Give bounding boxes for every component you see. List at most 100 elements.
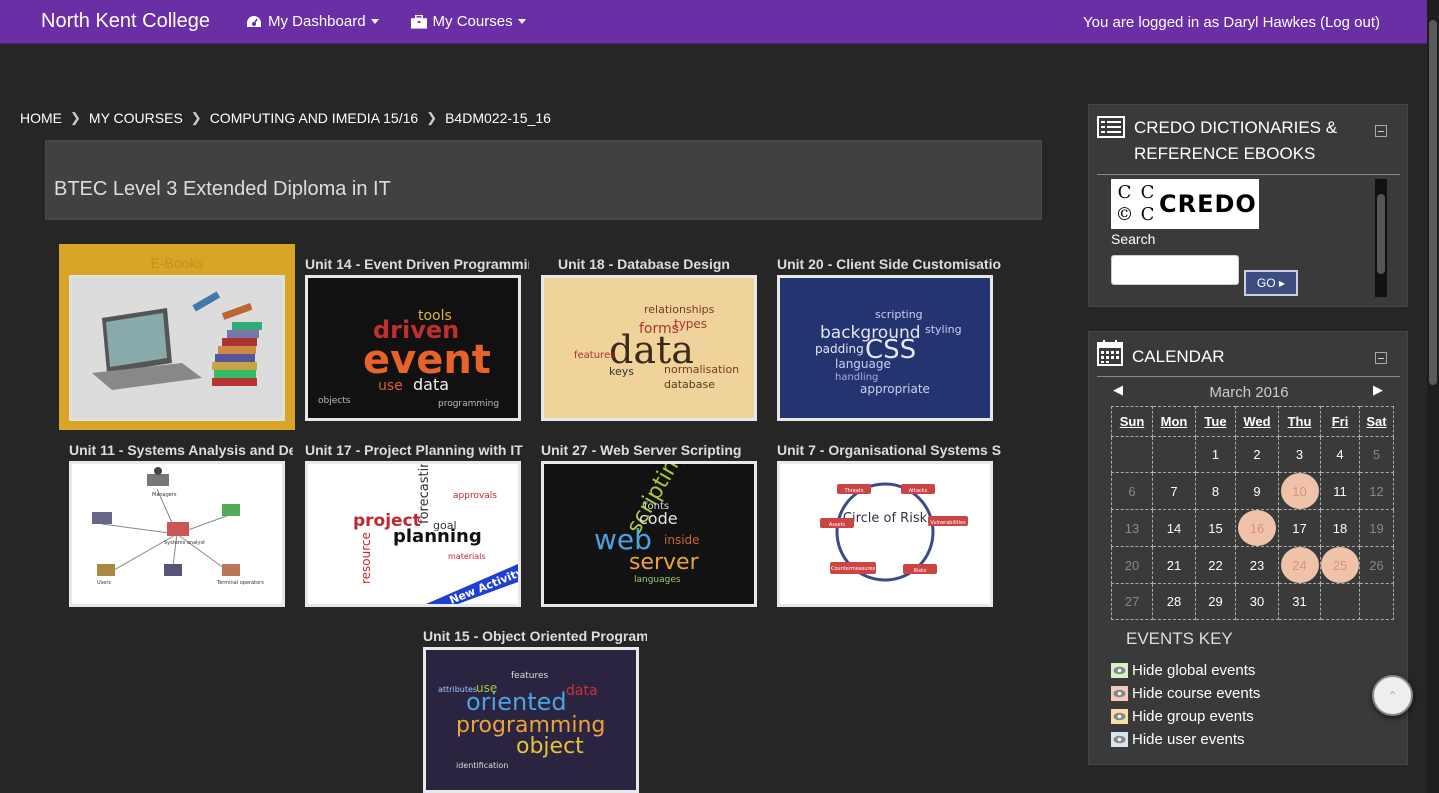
credo-go-button[interactable]: GO ▶ <box>1244 270 1298 296</box>
eye-icon <box>1111 732 1128 747</box>
calendar-day[interactable]: 30 <box>1235 583 1279 620</box>
calendar-day[interactable]: 23 <box>1235 546 1279 584</box>
calendar-day[interactable]: 7 <box>1152 472 1196 510</box>
tile-title: E-Books <box>150 255 204 271</box>
credo-scrollbar[interactable] <box>1375 179 1387 297</box>
wordcloud-word: server <box>629 550 700 575</box>
tile-ebooks[interactable]: E-Books <box>59 244 295 430</box>
calendar-day[interactable]: 10 <box>1278 472 1321 510</box>
tile-image-data-wordcloud: data forms types relationships normalisa… <box>541 275 757 421</box>
tile-unit-27[interactable]: Unit 27 - Web Server Scripting web serve… <box>541 440 765 607</box>
breadcrumb-category[interactable]: COMPUTING AND IMEDIA 15/16 <box>210 110 419 126</box>
tile-unit-14[interactable]: Unit 14 - Event Driven Programming event… <box>305 254 529 421</box>
scroll-to-top-button[interactable]: ⌃ <box>1372 675 1413 716</box>
calendar-day[interactable]: 1 <box>1195 436 1236 473</box>
wordcloud-word: tools <box>418 308 452 324</box>
tile-unit-20[interactable]: Unit 20 - Client Side Customisation CSS … <box>777 254 1001 421</box>
events-key-label: Hide user events <box>1132 731 1245 748</box>
calendar-day[interactable]: 6 <box>1111 472 1153 510</box>
wordcloud-word: identification <box>456 761 508 770</box>
tile-unit-18[interactable]: Unit 18 - Database Design data forms typ… <box>541 254 765 421</box>
calendar-block: CALENDAR ◀ March 2016 ▶ Sun Mon Tue Wed Thu F… <box>1088 331 1408 765</box>
events-key-toggle[interactable]: Hide course events <box>1111 685 1260 702</box>
tile-unit-7[interactable]: Unit 7 - Organisational Systems Security… <box>777 440 1001 607</box>
credo-cc-mark: C C © C <box>1115 182 1155 225</box>
events-key-toggle[interactable]: Hide global events <box>1111 662 1255 679</box>
chevron-right-icon: ❯ <box>426 110 438 125</box>
wordcloud-word: use <box>476 681 497 695</box>
scrollbar-thumb[interactable] <box>1377 194 1385 274</box>
event-day-marker[interactable]: 24 <box>1280 547 1319 583</box>
wordcloud-word: forecasting <box>417 464 432 524</box>
dashboard-icon <box>246 15 262 29</box>
top-navbar: North Kent College My Dashboard My Cours… <box>0 0 1427 44</box>
events-key-toggle[interactable]: Hide group events <box>1111 708 1254 725</box>
scrollbar-thumb[interactable] <box>1429 20 1437 385</box>
calendar-day[interactable]: 29 <box>1195 583 1236 620</box>
calendar-day[interactable]: 3 <box>1278 436 1321 473</box>
calendar-day[interactable]: 26 <box>1359 546 1394 584</box>
calendar-day[interactable]: 15 <box>1195 509 1236 547</box>
my-courses-label: My Courses <box>432 13 513 30</box>
wordcloud-word: background <box>820 323 921 343</box>
calendar-day[interactable]: 12 <box>1359 472 1394 510</box>
tile-title: Unit 7 - Organisational Systems Security <box>777 442 1001 458</box>
collapse-credo-button[interactable] <box>1375 125 1387 137</box>
credo-search-input[interactable] <box>1111 255 1239 285</box>
chevron-up-icon: ⌃ <box>1387 688 1398 703</box>
calendar-empty-cell <box>1152 436 1196 473</box>
play-icon: ▶ <box>1278 278 1286 288</box>
next-month-icon[interactable]: ▶ <box>1373 382 1383 398</box>
calendar-day[interactable]: 24 <box>1278 546 1321 584</box>
divider <box>1097 376 1400 377</box>
tile-title: Unit 27 - Web Server Scripting <box>541 442 742 458</box>
wordcloud-word: resource <box>359 532 373 584</box>
tile-unit-17[interactable]: Unit 17 - Project Planning with IT proje… <box>305 440 529 607</box>
calendar-navigation: ◀ March 2016 ▶ <box>1111 382 1387 404</box>
site-brand[interactable]: North Kent College <box>41 10 246 33</box>
page-scrollbar[interactable] <box>1427 0 1439 793</box>
calendar-day[interactable]: 31 <box>1278 583 1321 620</box>
login-info: You are logged in as Daryl Hawkes (Log o… <box>1083 14 1380 31</box>
tile-image-oop-wordcloud: oriented programming object use data fea… <box>423 647 639 793</box>
wordcloud-word: data <box>413 375 449 394</box>
calendar-day[interactable]: 8 <box>1195 472 1236 510</box>
wordcloud-word: attributes <box>438 685 477 694</box>
calendar-day[interactable]: 11 <box>1320 472 1360 510</box>
calendar-day[interactable]: 19 <box>1359 509 1394 547</box>
calendar-empty-cell <box>1359 583 1394 620</box>
list-icon <box>1097 116 1125 143</box>
credo-block-title: CREDO DICTIONARIES & REFERENCE EBOOKS <box>1134 118 1338 163</box>
calendar-day[interactable]: 18 <box>1320 509 1360 547</box>
logout-link[interactable]: (Log out) <box>1320 14 1380 31</box>
breadcrumb-my-courses[interactable]: MY COURSES <box>89 110 183 126</box>
collapse-calendar-button[interactable] <box>1375 352 1387 364</box>
calendar-day[interactable]: 14 <box>1152 509 1196 547</box>
calendar-day[interactable]: 22 <box>1195 546 1236 584</box>
event-day-marker[interactable]: 10 <box>1280 473 1319 509</box>
calendar-day[interactable]: 9 <box>1235 472 1279 510</box>
breadcrumb-home[interactable]: HOME <box>20 110 62 126</box>
calendar-day[interactable]: 20 <box>1111 546 1153 584</box>
calendar-day[interactable]: 13 <box>1111 509 1153 547</box>
my-dashboard-menu[interactable]: My Dashboard <box>246 13 379 30</box>
events-key-toggle[interactable]: Hide user events <box>1111 731 1245 748</box>
wordcloud-word: materials <box>448 552 486 561</box>
calendar-day[interactable]: 28 <box>1152 583 1196 620</box>
calendar-day[interactable]: 17 <box>1278 509 1321 547</box>
event-day-marker[interactable]: 25 <box>1321 547 1359 583</box>
chevron-right-icon: ❯ <box>190 110 202 125</box>
tile-unit-11[interactable]: Unit 11 - Systems Analysis and Design Ma… <box>69 440 293 607</box>
wordcloud-word: normalisation <box>664 363 739 376</box>
calendar-day[interactable]: 16 <box>1235 509 1279 547</box>
breadcrumb-course[interactable]: B4DM022-15_16 <box>445 110 551 126</box>
calendar-day[interactable]: 27 <box>1111 583 1153 620</box>
my-courses-menu[interactable]: My Courses <box>410 13 526 30</box>
calendar-day[interactable]: 21 <box>1152 546 1196 584</box>
calendar-day[interactable]: 25 <box>1320 546 1360 584</box>
tile-unit-15[interactable]: Unit 15 - Object Oriented Programming or… <box>423 626 647 793</box>
event-day-marker[interactable]: 16 <box>1238 510 1276 546</box>
calendar-day[interactable]: 4 <box>1320 436 1360 473</box>
calendar-day[interactable]: 2 <box>1235 436 1279 473</box>
calendar-day[interactable]: 5 <box>1359 436 1394 473</box>
